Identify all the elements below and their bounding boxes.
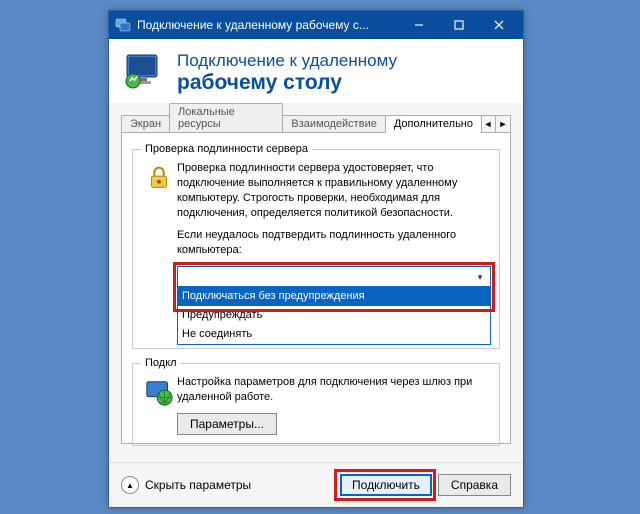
auth-prompt: Если неудалось подтвердить подлинность у… [177,228,491,258]
auth-option-no-connect[interactable]: Не соединять [178,325,490,344]
lock-icon [144,163,174,193]
banner-line1: Подключение к удаленному [177,52,397,71]
tab-panel-advanced: Проверка подлинности сервера Проверка п [121,132,511,444]
tab-row: Экран Локальные ресурсы Взаимодействие Д… [121,111,511,133]
banner-text: Подключение к удаленному рабочему столу [177,52,397,94]
help-button[interactable]: Справка [438,474,511,496]
dialog-body: Экран Локальные ресурсы Взаимодействие Д… [109,103,523,462]
app-icon [115,17,131,33]
group-server-auth: Проверка подлинности сервера Проверка п [132,143,500,349]
window-title: Подключение к удаленному рабочему с... [137,18,399,32]
chevron-down-icon: ▾ [472,269,488,285]
auth-description: Проверка подлинности сервера удостоверяе… [177,161,491,220]
collapse-icon[interactable]: ▲ [121,476,139,494]
auth-option-warn[interactable]: Предупреждать [178,306,490,325]
tab-local-resources[interactable]: Локальные ресурсы [169,103,283,133]
tab-experience[interactable]: Взаимодействие [282,115,385,133]
globe-monitor-icon [144,377,174,407]
tab-scroll-right[interactable]: ► [495,115,511,133]
auth-dropdown-list: Подключаться без предупреждения Предупре… [177,286,491,345]
close-button[interactable] [479,11,519,39]
auth-dropdown-wrap: ▾ Подключаться без предупреждения Предуп… [177,266,491,288]
group-server-auth-legend: Проверка подлинности сервера [141,143,312,155]
maximize-button[interactable] [439,11,479,39]
footer: ▲ Скрыть параметры Подключить Справка [109,462,523,507]
tab-scroll-left[interactable]: ◄ [480,115,496,133]
connect-button[interactable]: Подключить [340,474,432,496]
group-connect-legend: Подкл [141,357,181,369]
rdp-monitor-icon [123,51,167,95]
rdp-window: Подключение к удаленному рабочему с... П… [108,10,524,508]
banner-line2: рабочему столу [177,71,397,94]
minimize-button[interactable] [399,11,439,39]
auth-fail-dropdown[interactable]: ▾ [177,266,491,288]
gateway-settings-button[interactable]: Параметры... [177,413,277,435]
tab-screen[interactable]: Экран [121,115,170,133]
tab-advanced[interactable]: Дополнительно [385,115,482,133]
toggle-options-label[interactable]: Скрыть параметры [145,478,251,492]
banner: Подключение к удаленному рабочему столу [109,39,523,103]
group-connect-anywhere: Подкл Настройка параметров для подключе [132,357,500,446]
connect-anywhere-desc: Настройка параметров для подключения чер… [177,375,491,405]
titlebar: Подключение к удаленному рабочему с... [109,11,523,39]
auth-option-connect-no-warn[interactable]: Подключаться без предупреждения [178,287,490,306]
tab-nav: ◄ ► [481,115,511,133]
